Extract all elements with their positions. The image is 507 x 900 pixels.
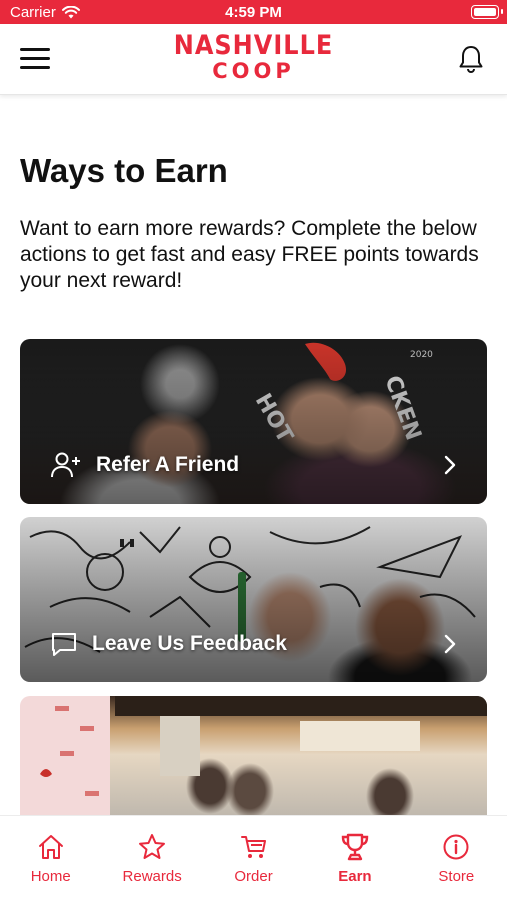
tab-store[interactable]: Store <box>406 816 507 900</box>
chevron-right-icon <box>444 455 456 475</box>
logo-line-1: NASHVILLE <box>173 29 334 61</box>
app-header: NASHVILLE COOP <box>0 24 507 95</box>
status-bar: Carrier 4:59 PM <box>0 0 507 24</box>
brand-logo: NASHVILLE COOP <box>0 29 507 83</box>
refer-a-friend-label: Refer A Friend <box>96 453 240 476</box>
tab-order[interactable]: Order <box>203 816 304 900</box>
status-time: 4:59 PM <box>225 4 282 21</box>
add-user-icon <box>51 452 80 478</box>
earn-action-card[interactable] <box>20 696 487 826</box>
feedback-row: Leave Us Feedback <box>50 631 457 657</box>
trophy-icon <box>341 833 369 861</box>
bell-icon[interactable] <box>457 44 485 74</box>
tab-rewards-label: Rewards <box>122 868 182 885</box>
refer-row: Refer A Friend <box>50 451 457 479</box>
page-title: Ways to Earn <box>20 152 228 189</box>
intro-text: Want to earn more rewards? Complete the … <box>20 217 479 292</box>
tab-order-label: Order <box>234 868 273 885</box>
star-icon <box>139 834 166 859</box>
tab-earn-label: Earn <box>338 868 372 885</box>
tab-home[interactable]: Home <box>0 816 101 900</box>
cart-icon <box>240 836 266 858</box>
leave-feedback-label: Leave Us Feedback <box>92 632 287 655</box>
chat-bubble-icon <box>52 633 76 656</box>
logo-line-2: COOP <box>212 59 295 83</box>
tab-rewards[interactable]: Rewards <box>101 816 202 900</box>
battery-icon <box>471 5 503 19</box>
chevron-right-icon <box>444 634 456 654</box>
info-icon <box>443 834 469 860</box>
home-icon <box>38 835 63 859</box>
tab-store-label: Store <box>438 868 475 885</box>
tab-home-label: Home <box>30 868 71 885</box>
leave-feedback-card[interactable]: Leave Us Feedback <box>20 517 487 682</box>
card-background-image <box>40 696 487 796</box>
refer-a-friend-card[interactable]: HOT CKEN 2020 Refer A Friend <box>20 339 487 504</box>
tab-earn[interactable]: Earn <box>304 816 405 900</box>
bottom-tab-bar: Home Rewards Order Earn Store <box>0 815 507 900</box>
